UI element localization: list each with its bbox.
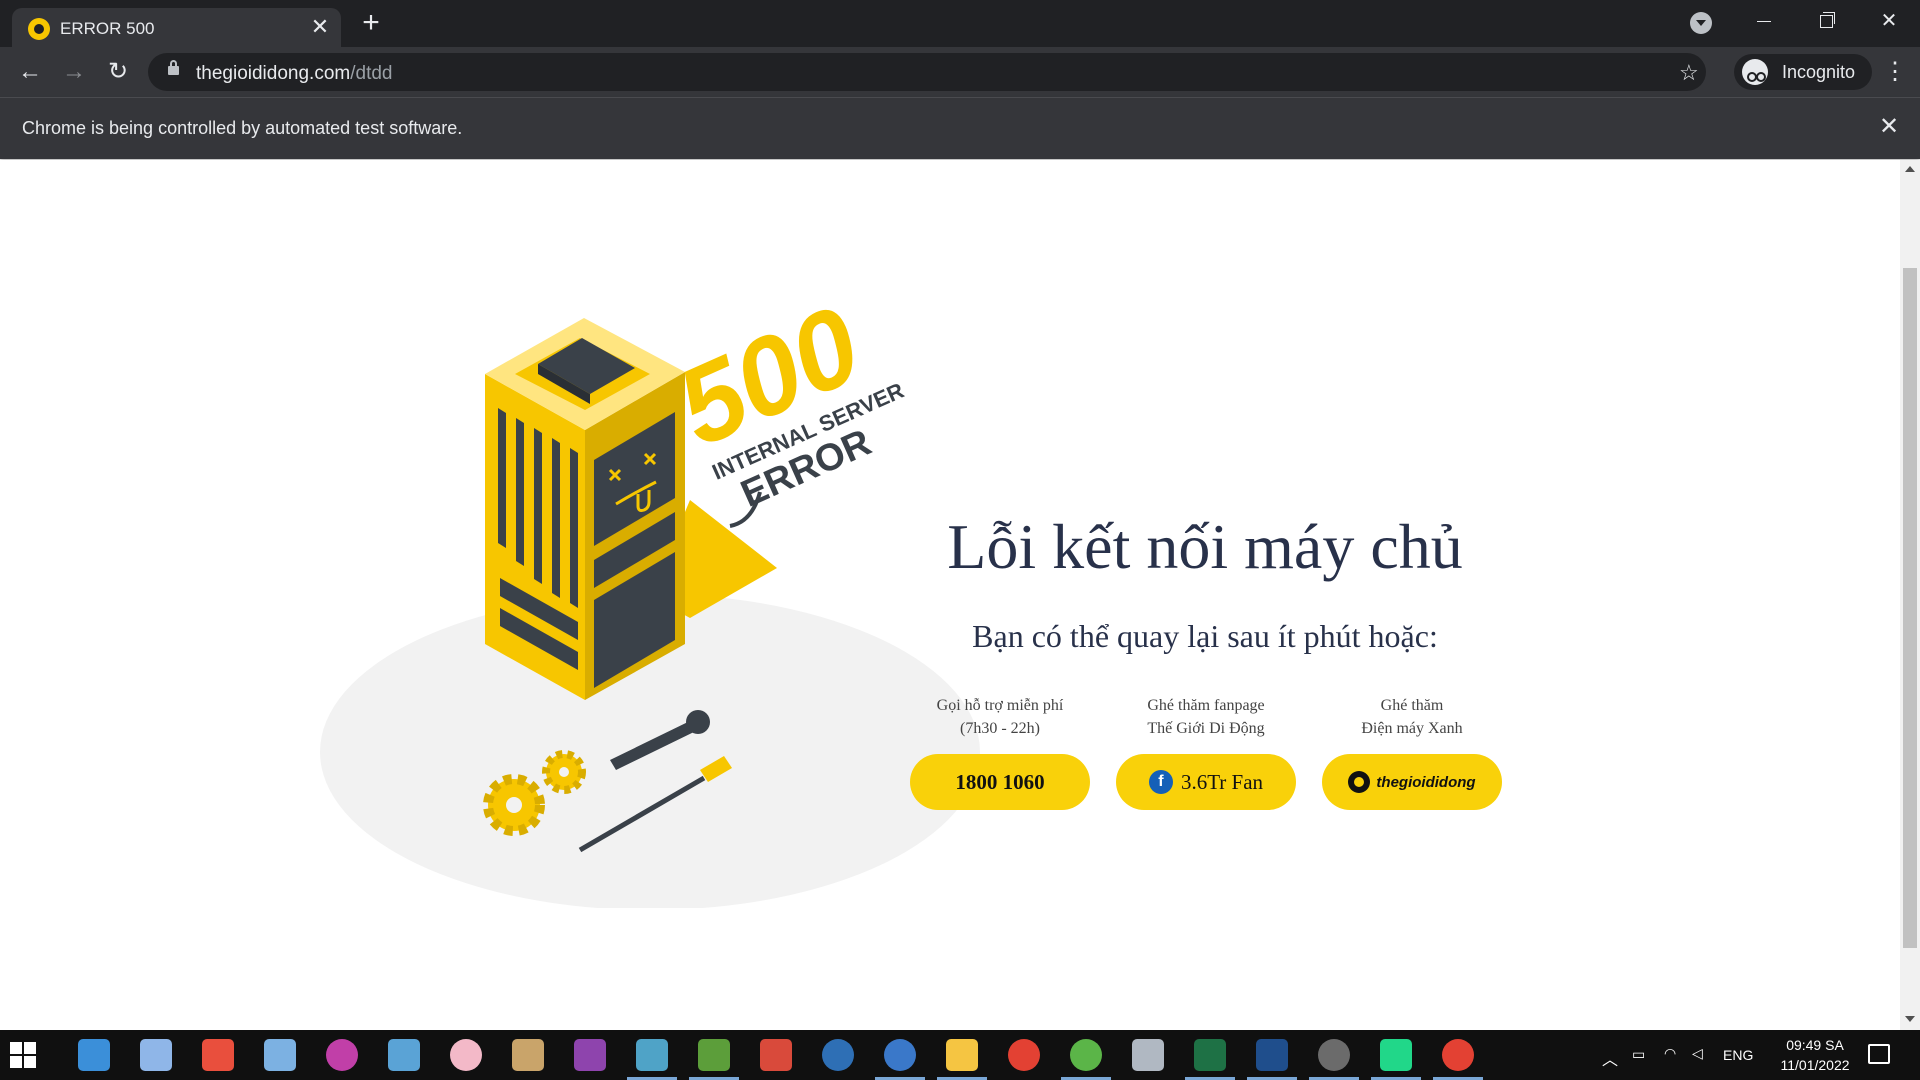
lock-icon[interactable] bbox=[168, 60, 179, 75]
browser-toolbar: ← → ↻ thegioididong.com/dtdd ☆ Incognito… bbox=[0, 47, 1920, 97]
tab-title: ERROR 500 bbox=[60, 19, 155, 38]
page-viewport: 500 INTERNAL SERVER ERROR Lỗi kết nối má… bbox=[0, 160, 1920, 1030]
window-close-button[interactable]: ✕ bbox=[1866, 6, 1912, 36]
store-label-line1: Ghé thăm bbox=[1380, 697, 1444, 714]
language-indicator[interactable]: ENG bbox=[1723, 1047, 1753, 1063]
url-host: thegioididong.com bbox=[196, 63, 351, 84]
store-button[interactable]: thegioididong bbox=[1322, 754, 1502, 810]
taskbar-clock[interactable]: 09:49 SA 11/01/2022 bbox=[1770, 1035, 1860, 1075]
spreadsheet-app-icon[interactable] bbox=[698, 1039, 730, 1071]
folder-app-icon[interactable] bbox=[636, 1039, 668, 1071]
reload-icon[interactable]: ↻ bbox=[102, 56, 134, 88]
paint-icon[interactable] bbox=[264, 1039, 296, 1071]
vertical-scrollbar[interactable] bbox=[1900, 160, 1920, 1030]
automation-infobar: Chrome is being controlled by automated … bbox=[0, 97, 1920, 159]
pycharm-icon[interactable] bbox=[1380, 1039, 1412, 1071]
page-subtitle: Bạn có thể quay lại sau ít phút hoặc: bbox=[972, 618, 1438, 654]
qbittorrent-icon[interactable] bbox=[884, 1039, 916, 1071]
excel-icon[interactable] bbox=[1194, 1039, 1226, 1071]
scroll-down-arrow-icon[interactable] bbox=[1905, 1016, 1915, 1022]
hotline-option: Gọi hỗ trợ miễn phí (7h30 - 22h) 1800 10… bbox=[910, 694, 1090, 810]
window-restore-button[interactable] bbox=[1803, 6, 1849, 36]
selenium-icon[interactable] bbox=[1256, 1039, 1288, 1071]
tray-expand-icon[interactable]: ︿ bbox=[1602, 1046, 1618, 1070]
clock-time: 09:49 SA bbox=[1786, 1037, 1844, 1053]
browser-tab-strip: ERROR 500 ✕ + ✕ bbox=[0, 0, 1920, 47]
hotline-label: Gọi hỗ trợ miễn phí (7h30 - 22h) bbox=[910, 694, 1090, 740]
fanpage-label: Ghé thăm fanpage Thế Giới Di Động bbox=[1116, 694, 1296, 740]
clock-date: 11/01/2022 bbox=[1780, 1057, 1850, 1073]
store-icon[interactable] bbox=[202, 1039, 234, 1071]
scanner-app-icon[interactable] bbox=[512, 1039, 544, 1071]
wifi-icon[interactable]: ◠ bbox=[1664, 1045, 1676, 1062]
battery-icon[interactable]: ▭ bbox=[1632, 1046, 1645, 1063]
pig-app-icon[interactable] bbox=[450, 1039, 482, 1071]
bookmark-star-icon[interactable]: ☆ bbox=[1679, 60, 1699, 86]
address-bar[interactable]: thegioididong.com/dtdd ☆ bbox=[148, 53, 1706, 91]
forward-arrow-icon[interactable]: → bbox=[58, 56, 90, 88]
gear-icon bbox=[542, 750, 586, 794]
facebook-icon: f bbox=[1148, 770, 1173, 794]
fanpage-button[interactable]: f 3.6Tr Fan bbox=[1116, 754, 1296, 810]
taskbar-app-icon[interactable] bbox=[78, 1039, 110, 1071]
page-title: Lỗi kết nối máy chủ bbox=[947, 511, 1463, 582]
tab-close-icon[interactable]: ✕ bbox=[308, 15, 332, 39]
hotline-label-line2: (7h30 - 22h) bbox=[960, 720, 1040, 737]
scrollbar-thumb[interactable] bbox=[1903, 268, 1917, 948]
thegioididong-logo: thegioididong bbox=[1348, 771, 1476, 793]
archive-app-icon[interactable] bbox=[574, 1039, 606, 1071]
fanpage-option: Ghé thăm fanpage Thế Giới Di Động f 3.6T… bbox=[1116, 694, 1296, 810]
scroll-up-arrow-icon[interactable] bbox=[1905, 166, 1915, 172]
volume-icon[interactable]: ◁ bbox=[1692, 1045, 1703, 1062]
fanpage-button-label: 3.6Tr Fan bbox=[1180, 769, 1264, 794]
hotline-label-line1: Gọi hỗ trợ miễn phí bbox=[936, 697, 1064, 714]
network-app-icon[interactable] bbox=[388, 1039, 420, 1071]
settings-gear-icon[interactable] bbox=[1318, 1039, 1350, 1071]
windows-start-icon[interactable] bbox=[10, 1042, 36, 1068]
droplet-app-icon[interactable] bbox=[326, 1039, 358, 1071]
browser-menu-icon[interactable]: ⋮ bbox=[1880, 57, 1910, 87]
chrome-active-icon[interactable] bbox=[1442, 1039, 1474, 1071]
remote-app-icon[interactable] bbox=[1132, 1039, 1164, 1071]
incognito-profile-button[interactable]: Incognito bbox=[1734, 54, 1872, 90]
fanpage-label-line2: Thế Giới Di Động bbox=[1147, 720, 1265, 737]
thegioididong-logo-icon bbox=[1348, 771, 1371, 793]
chrome-icon[interactable] bbox=[1008, 1039, 1040, 1071]
thegioididong-logo-text: thegioididong bbox=[1376, 773, 1476, 791]
window-minimize-button[interactable] bbox=[1740, 6, 1786, 36]
browser-tab[interactable]: ERROR 500 ✕ bbox=[12, 8, 341, 47]
back-arrow-icon[interactable]: ← bbox=[14, 56, 46, 88]
store-label: Ghé thăm Điện máy Xanh bbox=[1322, 694, 1502, 740]
green-app-icon[interactable] bbox=[1070, 1039, 1102, 1071]
document-app-icon[interactable] bbox=[760, 1039, 792, 1071]
calculator-icon[interactable] bbox=[140, 1039, 172, 1071]
site-favicon-icon bbox=[28, 18, 50, 40]
windows-taskbar: ︿ ▭ ◠ ◁ ENG 09:49 SA 11/01/2022 bbox=[0, 1030, 1920, 1080]
gear-icon bbox=[483, 774, 545, 836]
profile-label: Incognito bbox=[1782, 62, 1856, 82]
store-label-line2: Điện máy Xanh bbox=[1361, 720, 1463, 737]
water-app-icon[interactable] bbox=[822, 1039, 854, 1071]
hotline-button[interactable]: 1800 1060 bbox=[910, 754, 1090, 810]
infobar-close-icon[interactable]: ✕ bbox=[1874, 112, 1904, 142]
new-tab-button[interactable]: + bbox=[356, 8, 386, 39]
infobar-message: Chrome is being controlled by automated … bbox=[22, 118, 463, 138]
url-text[interactable]: thegioididong.com/dtdd bbox=[196, 63, 392, 85]
file-explorer-icon[interactable] bbox=[946, 1039, 978, 1071]
store-option: Ghé thăm Điện máy Xanh thegioididong bbox=[1322, 694, 1502, 810]
notification-center-icon[interactable] bbox=[1868, 1044, 1890, 1064]
url-path: /dtdd bbox=[350, 63, 393, 84]
fanpage-label-line1: Ghé thăm fanpage bbox=[1147, 697, 1265, 714]
tab-search-icon[interactable] bbox=[1690, 12, 1712, 34]
incognito-icon bbox=[1742, 59, 1768, 85]
